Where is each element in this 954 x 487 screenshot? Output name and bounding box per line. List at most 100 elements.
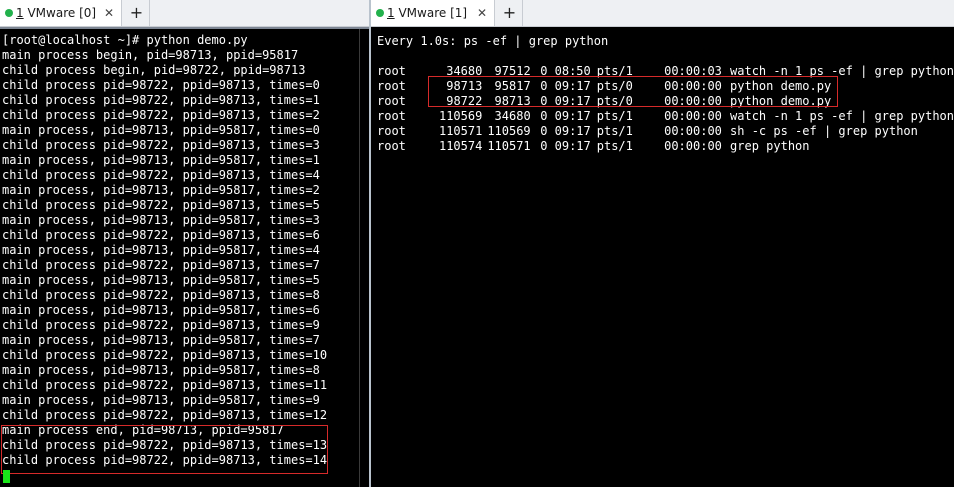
process-ppid-cell: 110569 [487,124,531,138]
process-user-cell: root [377,124,406,138]
terminal-line: child process pid=98722, ppid=98713, tim… [2,78,320,92]
process-cmd-cell: sh -c ps -ef | grep python [730,124,918,138]
terminal-line: main process, pid=98713, ppid=95817, tim… [2,243,320,257]
right-terminal[interactable]: Every 1.0s: ps -ef | grep python root 346… [371,27,954,487]
process-pid-cell: 110574 [438,139,483,153]
process-row: root 98713 95817 0 09:17 pts/0 00:00:00 python … [377,79,954,94]
process-tty-cell: pts/1 [596,124,633,138]
process-ppid-cell: 34680 [494,109,531,123]
terminal-line: main process, pid=98713, ppid=95817, tim… [2,303,320,317]
process-row: root 110574 110571 0 09:17 pts/1 00:00:00 grep … [377,139,954,154]
terminal-line: main process, pid=98713, ppid=95817, tim… [2,153,320,167]
process-stime-cell: 09:17 [554,109,591,123]
process-tty-cell: pts/1 [596,109,633,123]
process-row: root 98722 98713 0 09:17 pts/0 00:00:00 python … [377,94,954,109]
close-tab-icon[interactable]: ✕ [104,0,114,26]
tab-label: 1 VMware [0] [16,6,97,20]
left-terminal-pane: 1 VMware [0] ✕ + [root@localhost ~]# pyt… [0,0,370,487]
process-row: root 110569 34680 0 09:17 pts/1 00:00:00 watch … [377,109,954,124]
process-row: root 34680 97512 0 08:50 pts/1 00:00:03 watch -… [377,64,954,79]
process-tty-cell: pts/1 [596,139,633,153]
text-cursor [3,470,10,483]
process-time-cell: 00:00:00 [664,139,722,153]
process-user-cell: root [377,79,406,93]
process-ppid-cell: 95817 [494,79,531,93]
close-tab-icon[interactable]: ✕ [477,0,487,26]
tab-vmware-1[interactable]: 1 VMware [1] ✕ [371,0,495,26]
terminal-line: main process, pid=98713, ppid=95817, tim… [2,273,320,287]
process-user-cell: root [377,64,406,78]
tab-label: 1 VMware [1] [387,6,468,20]
left-terminal[interactable]: [root@localhost ~]# python demo.py main p… [0,27,370,487]
terminal-line: child process pid=98722, ppid=98713, tim… [2,378,328,392]
terminal-line: main process, pid=98713, ppid=95817, tim… [2,213,320,227]
terminal-line: main process begin, pid=98713, ppid=9581… [2,48,299,62]
process-c-cell: 0 [540,139,548,153]
process-c-cell: 0 [540,94,548,108]
process-cmd-cell: grep python [730,139,810,153]
terminal-line: child process pid=98722, ppid=98713, tim… [2,198,320,212]
process-table: root 34680 97512 0 08:50 pts/1 00:00:03 watch -… [377,64,954,154]
process-pid-cell: 110569 [438,109,483,123]
tab-list-dropdown-icon[interactable] [351,0,365,26]
new-tab-button[interactable]: + [124,0,150,26]
scroll-tabs-left-icon[interactable] [316,0,330,26]
process-pid-cell: 98722 [446,94,483,108]
process-tty-cell: pts/0 [596,79,633,93]
right-tab-bar: 1 VMware [1] ✕ + [371,0,954,27]
terminal-line: child process pid=98722, ppid=98713, tim… [2,168,320,182]
terminal-line: child process pid=98722, ppid=98713, tim… [2,348,328,362]
terminal-line: child process pid=98722, ppid=98713, tim… [2,288,320,302]
new-tab-button[interactable]: + [497,0,523,26]
process-time-cell: 00:00:00 [664,79,722,93]
process-stime-cell: 08:50 [554,64,591,78]
terminal-line: main process, pid=98713, ppid=95817, tim… [2,183,320,197]
process-cmd-cell: watch -n 1 ps -ef | grep python [730,64,954,78]
left-tab-bar: 1 VMware [0] ✕ + [0,0,370,27]
process-ppid-cell: 98713 [494,94,531,108]
terminal-output: [root@localhost ~]# python demo.py main p… [2,33,327,468]
process-c-cell: 0 [540,79,548,93]
terminal-line: main process, pid=98713, ppid=95817, tim… [2,123,320,137]
terminal-line: child process pid=98722, ppid=98713, tim… [2,438,328,452]
terminal-line: child process pid=98722, ppid=98713, tim… [2,108,320,122]
process-stime-cell: 09:17 [554,124,591,138]
process-time-cell: 00:00:03 [664,64,722,78]
process-tty-cell: pts/1 [596,64,633,78]
tab-vmware-0[interactable]: 1 VMware [0] ✕ [0,0,122,26]
process-tty-cell: pts/0 [596,94,633,108]
watch-output: Every 1.0s: ps -ef | grep python root 346… [377,34,954,154]
connected-status-icon [5,9,13,17]
process-row: root 110571 110569 0 09:17 pts/1 00:00:00 sh -c… [377,124,954,139]
terminal-line: child process pid=98722, ppid=98713, tim… [2,258,320,272]
terminal-line: main process, pid=98713, ppid=95817, tim… [2,363,320,377]
process-cmd-cell: watch -n 1 ps -ef | grep python [730,109,954,123]
process-stime-cell: 09:17 [554,94,591,108]
process-time-cell: 00:00:00 [664,124,722,138]
terminal-line: child process pid=98722, ppid=98713, tim… [2,138,320,152]
terminal-line: child process pid=98722, ppid=98713, tim… [2,93,320,107]
process-ppid-cell: 110571 [487,139,531,153]
process-pid-cell: 34680 [446,64,483,78]
watch-header: Every 1.0s: ps -ef | grep python [377,34,609,48]
process-user-cell: root [377,94,406,108]
process-stime-cell: 09:17 [554,79,591,93]
scroll-tabs-right-icon[interactable] [334,0,348,26]
terminal-line: main process, pid=98713, ppid=95817, tim… [2,333,320,347]
process-c-cell: 0 [540,64,548,78]
connected-status-icon [376,9,384,17]
process-user-cell: root [377,139,406,153]
right-terminal-pane: 1 VMware [1] ✕ + Every 1.0s: ps -ef | gr… [371,0,954,487]
process-pid-cell: 98713 [446,79,483,93]
terminal-line: child process pid=98722, ppid=98713, tim… [2,408,328,422]
process-time-cell: 00:00:00 [664,109,722,123]
process-cmd-cell: python demo.py [730,79,832,93]
process-c-cell: 0 [540,124,548,138]
process-ppid-cell: 97512 [494,64,531,78]
process-c-cell: 0 [540,109,548,123]
terminal-line: child process pid=98722, ppid=98713, tim… [2,228,320,242]
terminal-line: [root@localhost ~]# python demo.py [2,33,248,47]
terminal-line: main process end, pid=98713, ppid=95817 [2,423,284,437]
process-user-cell: root [377,109,406,123]
terminal-line: child process begin, pid=98722, ppid=987… [2,63,306,77]
